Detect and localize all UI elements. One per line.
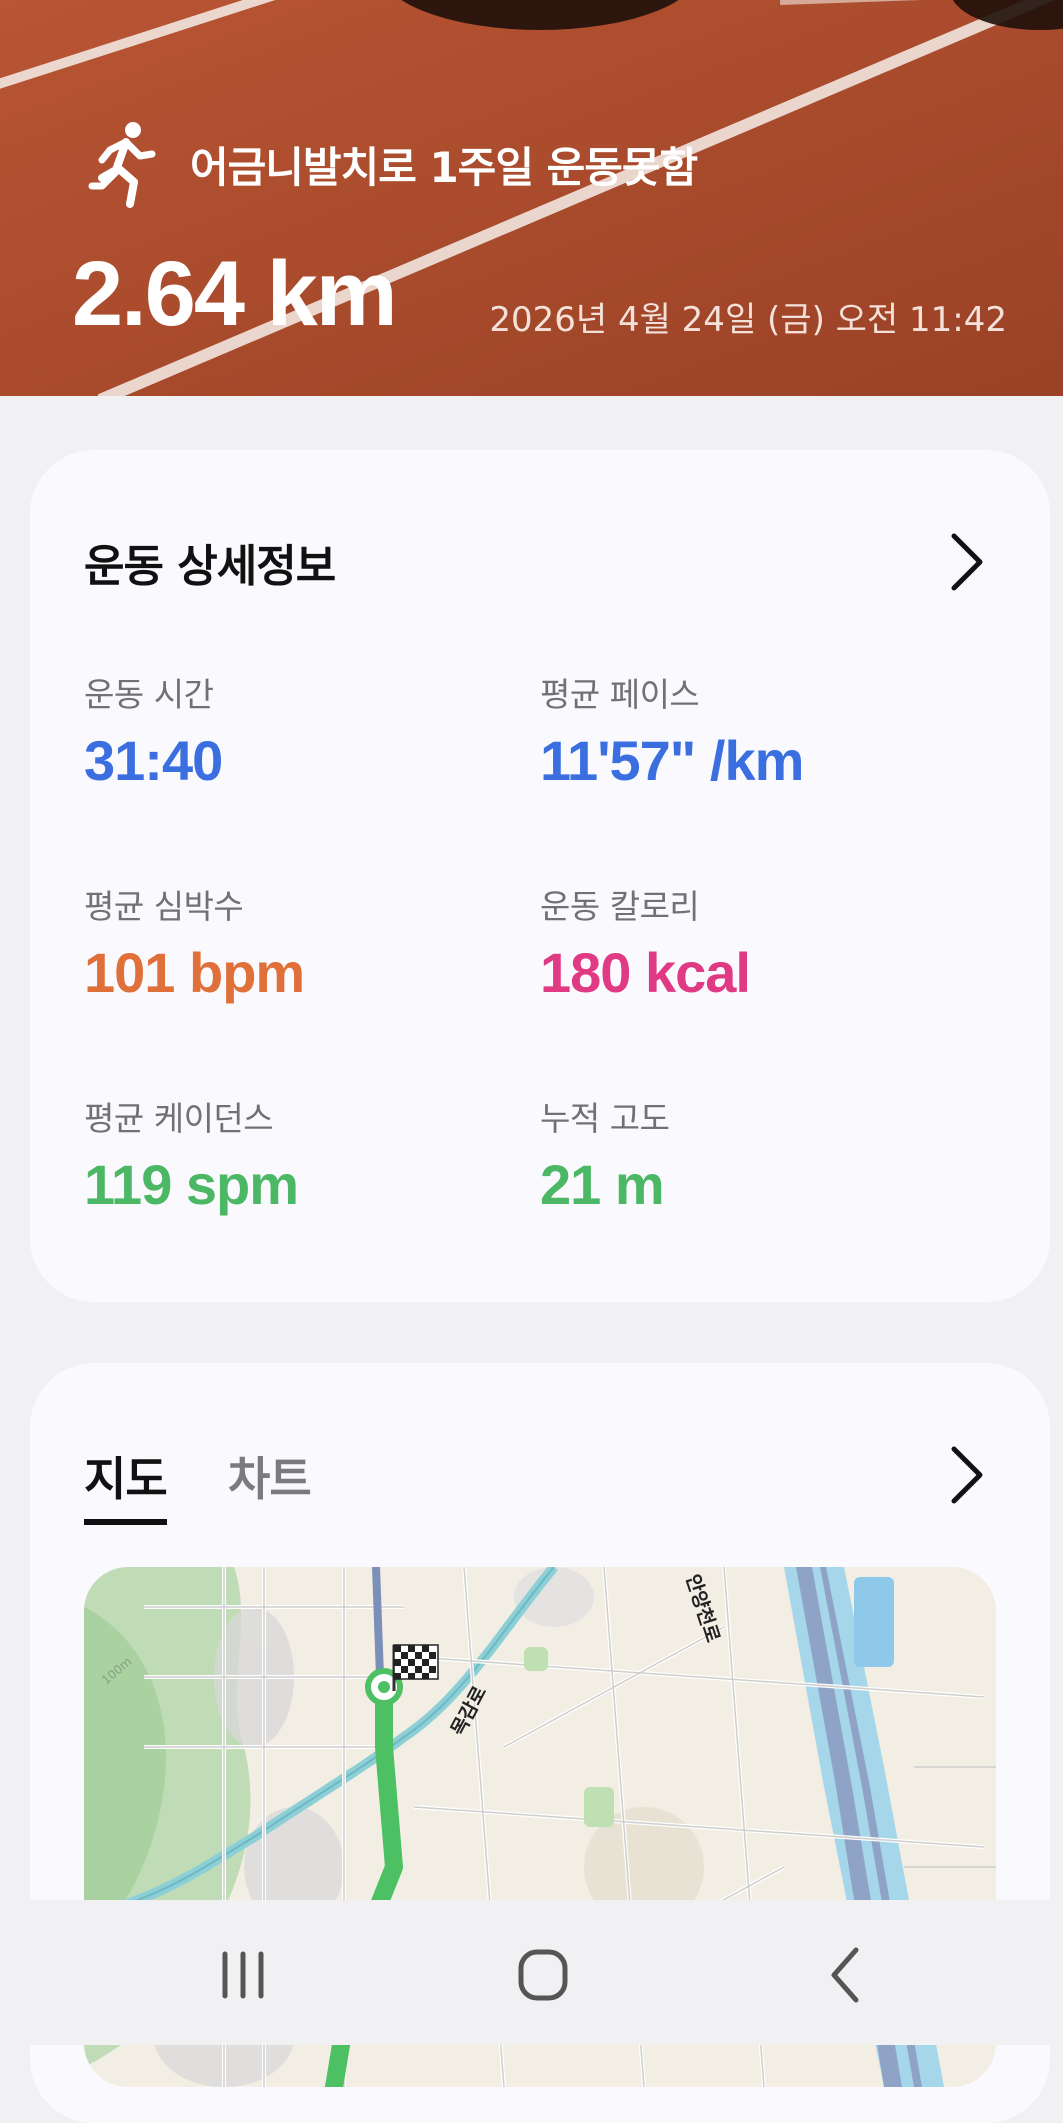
metric-avg-heart-rate: 평균 심박수 101 bpm (84, 880, 524, 1005)
metric-value: 119 spm (84, 1153, 299, 1216)
metric-label: 운동 칼로리 (540, 887, 700, 926)
metric-label: 누적 고도 (540, 1099, 670, 1138)
home-icon[interactable] (503, 1940, 583, 2010)
recent-apps-icon[interactable] (203, 1940, 283, 2010)
chevron-right-icon[interactable] (946, 1445, 986, 1505)
metric-duration: 운동 시간 31:40 (84, 668, 524, 793)
metric-elevation-gain: 누적 고도 21 m (540, 1092, 980, 1217)
metric-label: 운동 시간 (84, 675, 214, 714)
metric-avg-cadence: 평균 케이던스 119 spm (84, 1092, 524, 1217)
chevron-right-icon[interactable] (946, 532, 986, 592)
metric-value: 21 m (540, 1153, 665, 1216)
running-person-icon (88, 122, 156, 208)
metric-label: 평균 케이던스 (84, 1099, 274, 1138)
back-icon[interactable] (806, 1940, 886, 2010)
tab-chart[interactable]: 차트 (228, 1443, 312, 1509)
metric-calories: 운동 칼로리 180 kcal (540, 880, 980, 1005)
metric-value: 31:40 (84, 729, 223, 792)
workout-datetime: 2026년 4월 24일 (금) 오전 11:42 (489, 300, 1007, 340)
hero-banner: 어금니발치로 1주일 운동못함 2.64 km 2026년 4월 24일 (금)… (0, 0, 1063, 396)
metric-label: 평균 페이스 (540, 675, 700, 714)
metric-value: 180 kcal (540, 941, 751, 1004)
workout-distance: 2.64 km (72, 243, 398, 345)
workout-details-card[interactable]: 운동 상세정보 운동 시간 31:40 평균 페이스 11'57" /km 평균… (30, 450, 1050, 1302)
workout-title: 어금니발치로 1주일 운동못함 (190, 143, 698, 192)
system-navigation-bar (0, 1900, 1063, 2045)
details-card-title: 운동 상세정보 (84, 541, 336, 592)
metric-avg-pace: 평균 페이스 11'57" /km (540, 668, 980, 793)
metric-value: 101 bpm (84, 941, 305, 1004)
metric-value: 11'57" /km (540, 729, 804, 792)
metric-label: 평균 심박수 (84, 887, 244, 926)
tab-map[interactable]: 지도 (84, 1443, 168, 1525)
